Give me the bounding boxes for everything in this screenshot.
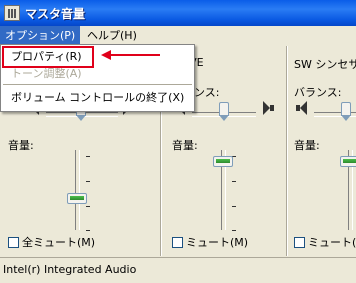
mute-checkbox-row[interactable]: ミュート(M) xyxy=(294,234,356,250)
speaker-right-icon xyxy=(262,101,274,115)
volume-slider-thumb[interactable] xyxy=(213,156,233,167)
mute-checkbox[interactable] xyxy=(294,236,305,248)
annotation-highlight-box xyxy=(2,46,94,68)
volume-slider-track xyxy=(75,150,80,230)
menu-bar: オプション(P) ヘルプ(H) xyxy=(0,26,356,45)
slider-tick xyxy=(86,206,90,207)
volume-label: 音量: xyxy=(8,139,34,152)
sw-synth-volume-column: SW シンセサイザ バランス: 音量: ミュート(M) xyxy=(288,46,356,256)
options-dropdown-menu: プロパティ(R) トーン調整(A) ボリューム コントロールの終了(X) xyxy=(0,44,195,112)
slider-tick xyxy=(232,181,236,182)
menu-help[interactable]: ヘルプ(H) xyxy=(82,26,142,45)
mute-all-checkbox-row[interactable]: 全ミュート(M) xyxy=(8,234,95,250)
annotation-arrow-shaft xyxy=(110,54,160,56)
volume-control-icon[interactable] xyxy=(4,5,20,21)
status-device-name: Intel(r) Integrated Audio xyxy=(3,263,137,276)
volume-slider-thumb[interactable] xyxy=(340,156,356,167)
mute-label: ミュート(M) xyxy=(186,236,249,249)
slider-tick xyxy=(86,181,90,182)
slider-tick xyxy=(86,230,90,231)
balance-label: バランス: xyxy=(294,86,342,99)
volume-slider-thumb[interactable] xyxy=(67,193,87,204)
balance-slider-thumb[interactable] xyxy=(341,102,351,121)
speaker-left-icon xyxy=(296,101,308,115)
menu-separator xyxy=(3,84,192,85)
balance-slider-thumb[interactable] xyxy=(219,102,229,121)
slider-tick xyxy=(232,230,236,231)
mute-all-checkbox[interactable] xyxy=(8,236,19,248)
volume-label: 音量: xyxy=(172,139,198,152)
mute-checkbox[interactable] xyxy=(172,236,183,248)
slider-tick xyxy=(86,156,90,157)
annotation-arrow-head-icon xyxy=(101,50,111,60)
mute-label: ミュート(M) xyxy=(308,236,356,249)
slider-tick xyxy=(232,206,236,207)
column-title: SW シンセサイザ xyxy=(294,58,356,71)
menu-item-exit[interactable]: ボリューム コントロールの終了(X) xyxy=(11,89,184,107)
volume-label: 音量: xyxy=(294,139,320,152)
window-title: マスタ音量 xyxy=(25,7,86,21)
menu-options[interactable]: オプション(P) xyxy=(0,26,81,45)
mute-checkbox-row[interactable]: ミュート(M) xyxy=(172,234,248,250)
status-bar: Intel(r) Integrated Audio xyxy=(0,257,356,283)
mute-all-label: 全ミュート(M) xyxy=(22,236,96,249)
title-bar[interactable]: マスタ音量 xyxy=(0,0,356,26)
